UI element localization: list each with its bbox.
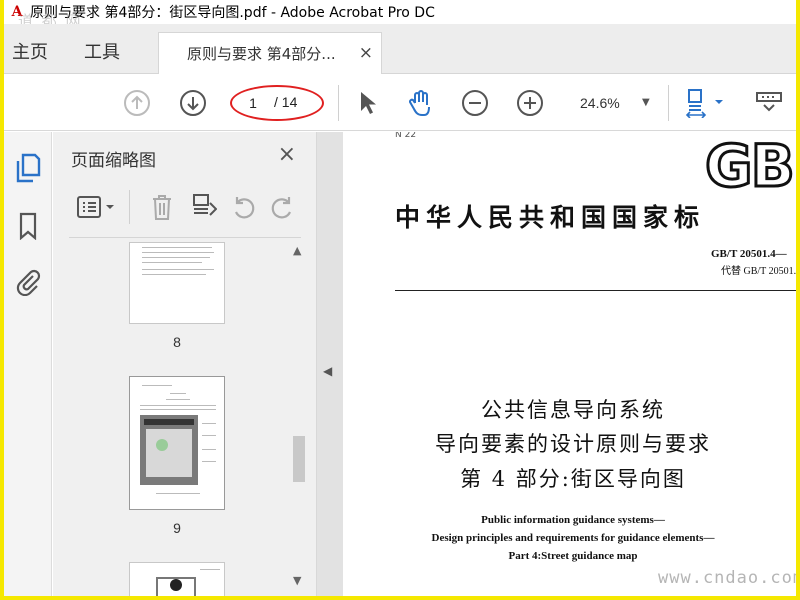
page-total: / 14 bbox=[274, 94, 298, 110]
tools-menu[interactable]: 工具 bbox=[84, 38, 120, 64]
title-cn-line: 第 4 部分:街区导向图 bbox=[460, 467, 686, 491]
title-en-line: Part 4:Street guidance map bbox=[508, 550, 638, 562]
scroll-mode-icon bbox=[756, 92, 782, 112]
title-cn-line: 公共信息导向系统 bbox=[481, 398, 665, 422]
acrobat-window: A 原则与要求 第4部分：街区导向图.pdf - Adobe Acrobat P… bbox=[4, 0, 796, 596]
rotate-ccw-icon bbox=[234, 197, 255, 219]
pdf-page: N 22 GB 中华人民共和国国家标 GB/T 20501.4— 代替 GB/T… bbox=[343, 132, 796, 596]
zoom-in-button[interactable] bbox=[515, 88, 545, 118]
trash-icon bbox=[153, 195, 171, 220]
gb-logo: GB bbox=[704, 132, 796, 202]
standard-number: GB/T 20501.4— bbox=[711, 248, 787, 260]
page-thumbnails-button[interactable] bbox=[12, 152, 44, 184]
thumbnails-panel: 页面缩略图 × 8 9 ▲ ▼ bbox=[53, 132, 317, 596]
zoom-level[interactable]: 24.6% bbox=[580, 95, 620, 111]
page-thumbnails-icon bbox=[16, 153, 41, 183]
fit-width-button[interactable] bbox=[684, 88, 730, 118]
map-figure bbox=[140, 415, 198, 485]
page-split-icon bbox=[193, 194, 217, 216]
document-tab-label: 原则与要求 第4部分... bbox=[187, 45, 336, 63]
zoom-dropdown-icon[interactable]: ▼ bbox=[642, 97, 650, 108]
options-list-icon bbox=[77, 196, 114, 218]
zoom-out-icon bbox=[462, 90, 488, 116]
title-rule bbox=[395, 290, 796, 291]
title-cn-line: 导向要素的设计原则与要求 bbox=[435, 432, 711, 456]
rotate-cw-icon bbox=[271, 197, 292, 219]
title-en-line: Design principles and requirements for g… bbox=[431, 532, 715, 544]
scroll-mode-button[interactable] bbox=[754, 88, 784, 118]
window-title: 原则与要求 第4部分：街区导向图.pdf - Adobe Acrobat Pro… bbox=[30, 5, 435, 21]
hand-tool-button[interactable] bbox=[406, 88, 436, 118]
title-bar: A 原则与要求 第4部分：街区导向图.pdf - Adobe Acrobat P… bbox=[4, 0, 796, 24]
tab-close-icon[interactable]: × bbox=[359, 43, 373, 63]
navigation-rail bbox=[4, 132, 52, 596]
pointer-icon bbox=[361, 92, 376, 114]
bookmark-icon bbox=[19, 212, 37, 240]
panel-toolbar bbox=[69, 182, 301, 238]
page-layout-button[interactable] bbox=[189, 192, 219, 222]
toolbar-divider bbox=[338, 85, 339, 121]
attachment-icon bbox=[16, 269, 41, 296]
page-thumbnail[interactable] bbox=[129, 242, 225, 324]
toolbar-divider bbox=[668, 85, 669, 121]
page-number-input[interactable] bbox=[236, 90, 270, 116]
panel-close-icon[interactable]: × bbox=[278, 142, 296, 167]
delete-page-button[interactable] bbox=[147, 192, 177, 222]
scroll-up-icon[interactable]: ▲ bbox=[293, 244, 301, 257]
arrow-down-icon bbox=[180, 90, 206, 116]
panel-title: 页面缩略图 bbox=[71, 151, 156, 171]
previous-page-button[interactable] bbox=[122, 88, 152, 118]
next-page-button[interactable] bbox=[178, 88, 208, 118]
zoom-out-button[interactable] bbox=[460, 88, 490, 118]
national-standard-heading: 中华人民共和国国家标 bbox=[395, 203, 706, 232]
tab-bar: 主页 工具 原则与要求 第4部分... × bbox=[4, 24, 796, 74]
page-navigator: / 14 bbox=[236, 90, 316, 116]
panel-divider bbox=[129, 190, 130, 224]
zoom-in-icon bbox=[517, 90, 543, 116]
fit-width-icon bbox=[685, 89, 723, 118]
home-menu[interactable]: 主页 bbox=[12, 38, 48, 64]
options-menu-button[interactable] bbox=[75, 192, 117, 222]
attachments-button[interactable] bbox=[12, 266, 44, 298]
document-view: ◀ N 22 GB 中华人民共和国国家标 GB/T 20501.4— 代替 GB… bbox=[317, 132, 796, 596]
select-tool-button[interactable] bbox=[352, 88, 382, 118]
thumbnail-page-number: 9 bbox=[173, 520, 181, 536]
arrow-up-icon bbox=[124, 90, 150, 116]
thumbnails-list: 8 9 bbox=[53, 242, 317, 596]
ics-code: N 22 bbox=[395, 132, 417, 140]
bookmarks-button[interactable] bbox=[12, 210, 44, 242]
rotate-left-button[interactable] bbox=[229, 192, 259, 222]
thumbnail-page-number: 8 bbox=[173, 334, 181, 350]
toolbar: / 14 24.6% ▼ bbox=[4, 75, 796, 131]
collapse-panel-icon[interactable]: ◀ bbox=[323, 364, 332, 378]
scroll-down-icon[interactable]: ▼ bbox=[293, 574, 301, 587]
thumbnails-scrollbar[interactable]: ▲ ▼ bbox=[289, 242, 309, 592]
replaces-standard: 代替 GB/T 20501. bbox=[721, 266, 796, 277]
scrollbar-thumb[interactable] bbox=[293, 436, 305, 482]
hand-icon bbox=[409, 90, 430, 116]
watermark-bottom: www.cndao.com bbox=[658, 568, 796, 588]
page-thumbnail[interactable] bbox=[129, 376, 225, 510]
rotate-right-button[interactable] bbox=[267, 192, 297, 222]
document-tab[interactable]: 原则与要求 第4部分... × bbox=[158, 32, 382, 74]
title-en-line: Public information guidance systems— bbox=[481, 514, 665, 526]
page-thumbnail[interactable] bbox=[129, 562, 225, 596]
